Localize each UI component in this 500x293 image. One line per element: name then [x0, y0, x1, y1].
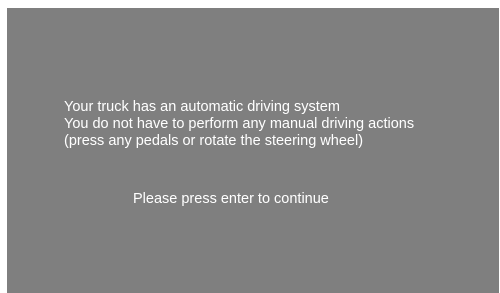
message-line-pedals-steering: (press any pedals or rotate the steering…: [64, 133, 364, 149]
instruction-message: Your truck has an automatic driving syst…: [64, 99, 414, 150]
message-line-automatic-system: Your truck has an automatic driving syst…: [64, 99, 340, 115]
message-line-no-manual-actions: You do not have to perform any manual dr…: [64, 116, 415, 132]
instruction-panel: Your truck has an automatic driving syst…: [7, 8, 499, 293]
continue-prompt: Please press enter to continue: [133, 191, 329, 207]
